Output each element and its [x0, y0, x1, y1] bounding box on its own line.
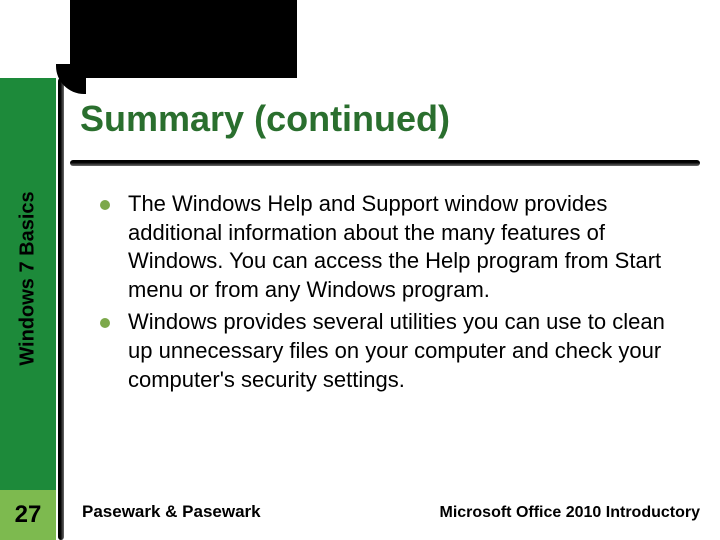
footer-left: Pasewark & Pasewark — [82, 502, 261, 522]
bullet-item: Windows provides several utilities you c… — [100, 308, 690, 394]
footer-right: Microsoft Office 2010 Introductory — [440, 504, 701, 522]
bullet-icon — [100, 318, 110, 328]
top-black-block — [70, 0, 297, 78]
slide-title: Summary (continued) — [80, 98, 450, 140]
bullet-text: Windows provides several utilities you c… — [128, 308, 690, 394]
corner-curve — [56, 64, 86, 94]
horizontal-divider — [70, 160, 700, 166]
vertical-divider — [58, 78, 64, 540]
content-area: The Windows Help and Support window prov… — [100, 190, 690, 398]
bullet-text: The Windows Help and Support window prov… — [128, 190, 690, 304]
slide: Summary (continued) Windows 7 Basics 27 … — [0, 0, 720, 540]
bullet-icon — [100, 200, 110, 210]
side-label-text: Windows 7 Basics — [17, 191, 40, 365]
side-label-container: Windows 7 Basics — [0, 78, 56, 478]
bullet-item: The Windows Help and Support window prov… — [100, 190, 690, 304]
page-number: 27 — [0, 490, 56, 540]
